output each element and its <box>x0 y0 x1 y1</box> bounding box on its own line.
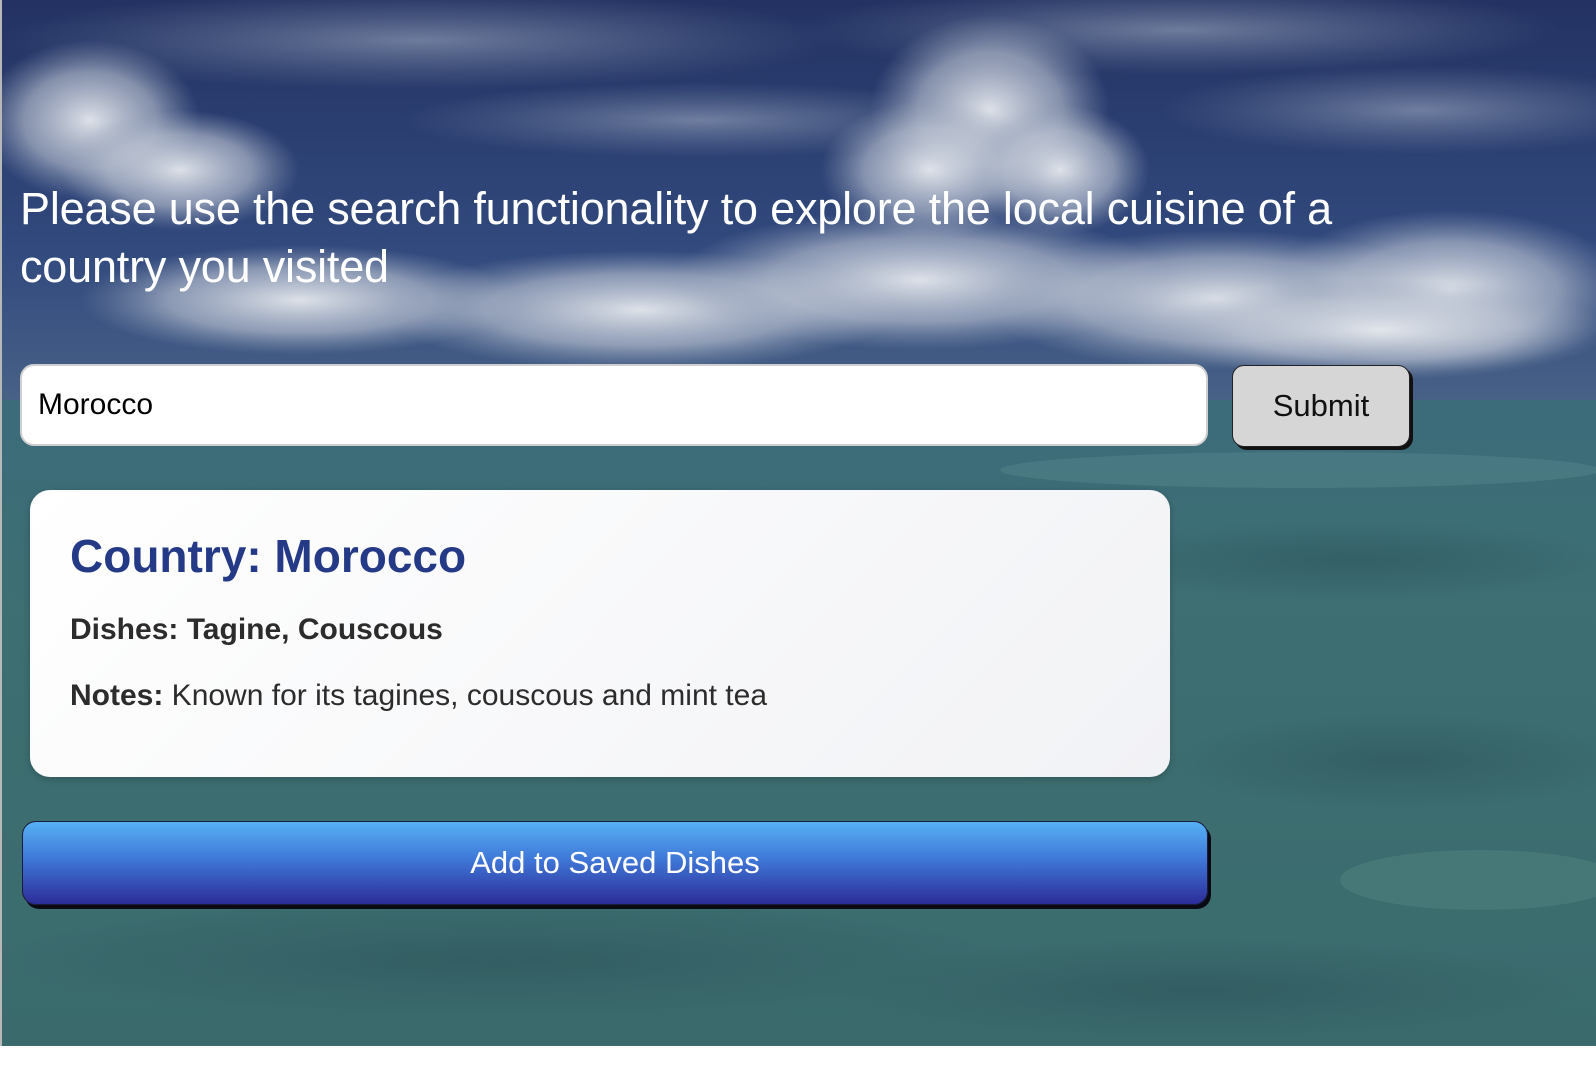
add-to-saved-dishes-button[interactable]: Add to Saved Dishes <box>22 821 1208 905</box>
notes-label: Notes: <box>70 679 164 712</box>
result-card: Country: Morocco Dishes: Tagine, Couscou… <box>30 490 1170 777</box>
window-left-border <box>0 0 2 1066</box>
window-bottom-border <box>0 1046 1596 1066</box>
notes-value: Known for its tagines, couscous and mint… <box>163 679 768 712</box>
intro-instructions: Please use the search functionality to e… <box>20 183 1332 292</box>
notes-text: Notes: Known for its tagines, couscous a… <box>70 676 1130 716</box>
dishes-text: Dishes: Tagine, Couscous <box>70 613 443 646</box>
country-search-input[interactable] <box>20 364 1208 446</box>
country-title: Country: Morocco <box>70 530 467 582</box>
submit-button[interactable]: Submit <box>1232 365 1410 447</box>
